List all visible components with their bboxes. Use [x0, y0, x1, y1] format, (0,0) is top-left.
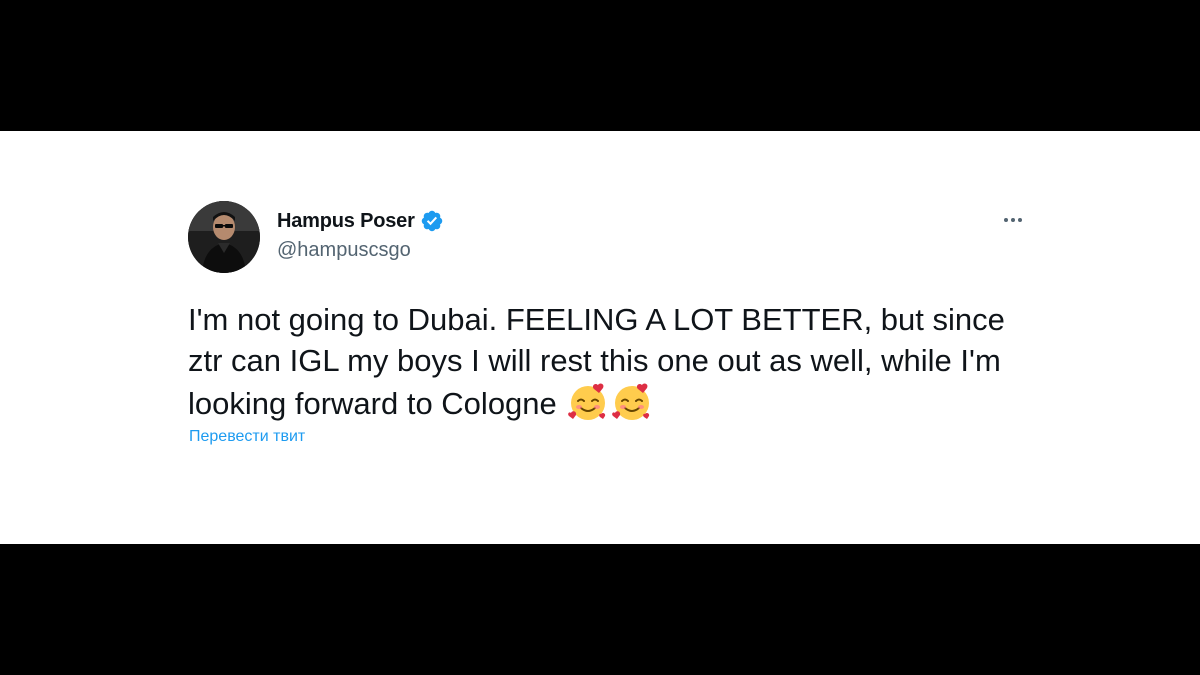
- avatar[interactable]: [188, 201, 260, 273]
- tweet-card: Hampus Poser @hampuscsgo I'm not going t…: [0, 131, 1200, 544]
- author-name-row: Hampus Poser: [277, 208, 444, 234]
- smiling-face-with-hearts-icon: [611, 381, 653, 423]
- more-options-button[interactable]: [996, 209, 1030, 231]
- ellipsis-icon: [1004, 218, 1022, 222]
- display-name[interactable]: Hampus Poser: [277, 210, 415, 233]
- smiling-face-with-hearts-icon: [567, 381, 609, 423]
- translate-tweet-link[interactable]: Перевести твит: [189, 428, 305, 446]
- profile-photo-icon: [188, 201, 260, 273]
- verified-badge-icon: [420, 209, 444, 233]
- letterbox-top: [0, 0, 1200, 131]
- letterbox-bottom: [0, 544, 1200, 675]
- handle[interactable]: @hampuscsgo: [277, 239, 411, 262]
- tweet-text: I'm not going to Dubai. FEELING A LOT BE…: [188, 299, 1018, 424]
